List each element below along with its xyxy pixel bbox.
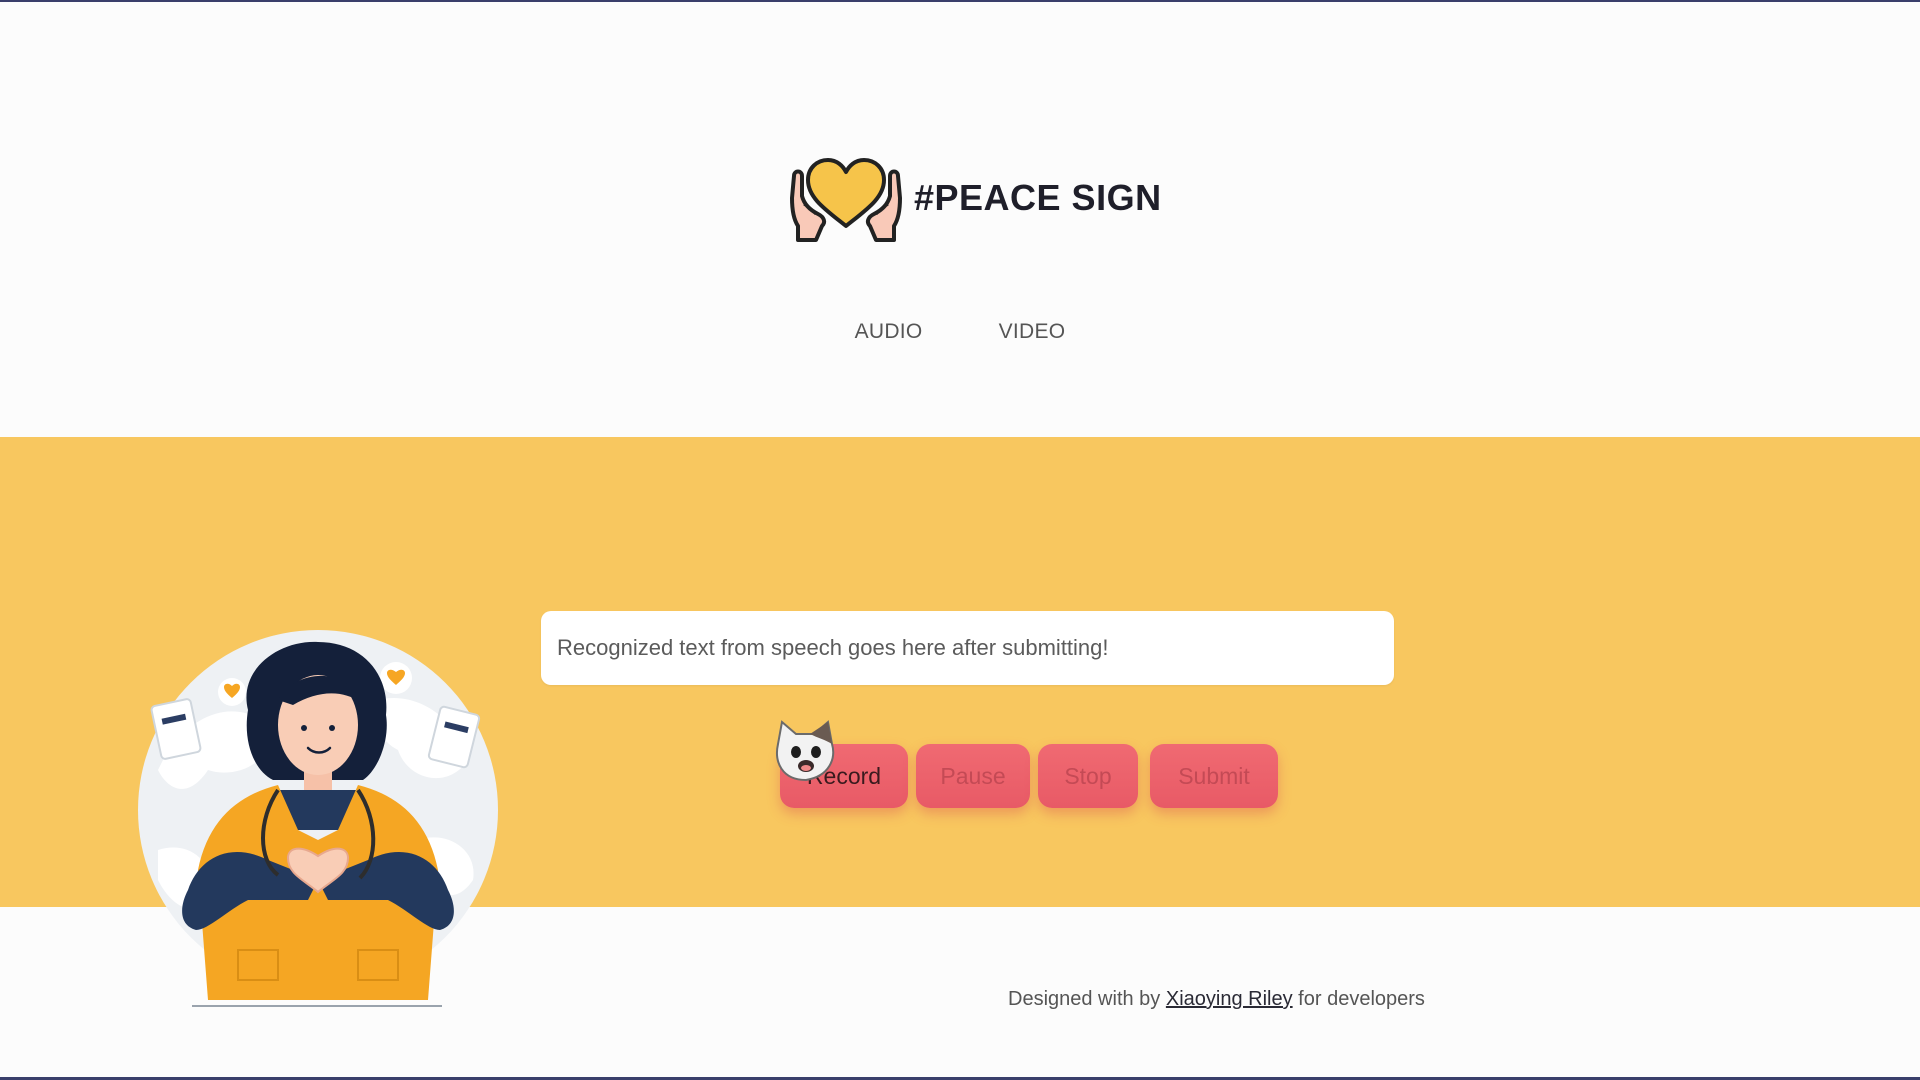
doctor-heart-illustration — [138, 630, 498, 1007]
brand-header: #PEACE SIGN — [786, 148, 1162, 248]
pause-button[interactable]: Pause — [916, 744, 1030, 808]
author-link[interactable]: Xiaoying Riley — [1166, 988, 1293, 1010]
recording-controls: Record Pause Stop Submit — [780, 744, 1278, 808]
stop-button[interactable]: Stop — [1038, 744, 1138, 808]
page-title: #PEACE SIGN — [914, 177, 1162, 218]
footer-suffix: for developers — [1298, 988, 1425, 1010]
heart-hands-icon — [790, 158, 902, 242]
main-nav: AUDIO VIDEO — [0, 320, 1920, 344]
top-border — [0, 0, 1920, 2]
nav-link-audio[interactable]: AUDIO — [855, 320, 923, 344]
cat-cursor-icon — [776, 720, 835, 782]
submit-button[interactable]: Submit — [1150, 744, 1278, 808]
page: #PEACE SIGN AUDIO VIDEO Recognized text … — [0, 0, 1920, 1080]
nav-link-video[interactable]: VIDEO — [999, 320, 1066, 344]
transcript-field[interactable] — [541, 611, 1394, 685]
footer-prefix: Designed with by — [1008, 988, 1161, 1010]
footer-credit: Designed with by Xiaoying Riley for deve… — [1008, 988, 1425, 1011]
